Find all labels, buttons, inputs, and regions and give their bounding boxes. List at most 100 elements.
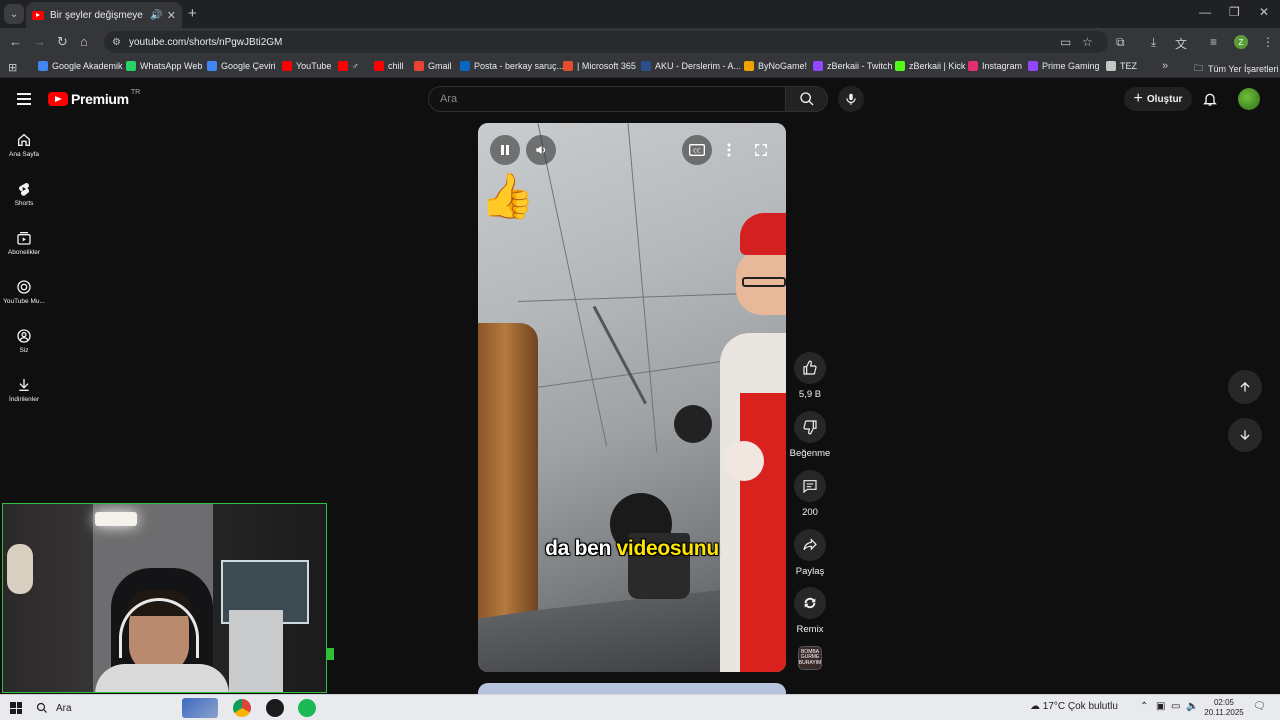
bookmark-item[interactable]: YouTube [282, 61, 331, 71]
webcam-neon-sign [95, 512, 137, 526]
bookmark-item[interactable]: zBerkaii - Twitch [813, 61, 892, 71]
tab-audio-icon[interactable]: 🔊 [150, 10, 162, 21]
sidebar-item-downloads[interactable]: İndirilenler [0, 377, 48, 417]
sidebar-item-home[interactable]: Ana Sayfa [0, 132, 48, 172]
app-taskbar-icon[interactable] [266, 699, 284, 717]
captions-button[interactable]: CC [682, 135, 712, 165]
media-controls-icon[interactable]: ≡ [1210, 35, 1217, 49]
notifications-bell-icon[interactable] [1202, 90, 1218, 113]
windows-start-icon[interactable] [10, 702, 22, 714]
search-button[interactable] [786, 86, 828, 112]
tray-app-icon[interactable]: ▣ [1156, 701, 1165, 712]
bookmark-star-icon[interactable]: ☆ [1082, 35, 1093, 49]
bookmark-label: TEZ [1120, 61, 1137, 71]
sidebar-item-subscriptions[interactable]: Abonelikler [0, 230, 48, 270]
youtube-favicon-icon [32, 10, 44, 20]
extensions-icon[interactable]: ⧉ [1116, 35, 1125, 50]
search-icon [36, 702, 47, 713]
menu-hamburger-icon[interactable] [17, 93, 31, 105]
chrome-taskbar-icon[interactable] [233, 699, 251, 717]
account-avatar[interactable] [1238, 88, 1260, 110]
bookmark-item[interactable]: Google Akademik [38, 61, 123, 71]
remix-button[interactable]: Remix [790, 587, 830, 635]
pause-button[interactable] [490, 135, 520, 165]
webcam-overlay[interactable] [2, 503, 327, 693]
video-more-options-icon[interactable] [714, 135, 744, 165]
restore-button[interactable]: ❐ [1229, 5, 1240, 19]
like-button[interactable]: 5,9 B [790, 352, 830, 400]
microphone-icon [846, 93, 856, 105]
system-clock[interactable]: 02:05 20.11.2025 [1204, 698, 1244, 718]
speaker-icon[interactable]: 🔈 [1186, 701, 1198, 712]
new-tab-button[interactable]: + [188, 5, 197, 22]
sidebar-item-youtube-music[interactable]: YouTube Mu... [0, 279, 48, 319]
downloads-icon[interactable]: ⤓ [1151, 35, 1156, 50]
profile-avatar[interactable]: Z [1234, 35, 1248, 49]
spotify-taskbar-icon[interactable] [298, 699, 316, 717]
bookmark-favicon-icon [1106, 61, 1116, 71]
bookmark-item[interactable]: | Microsoft 365 [563, 61, 636, 71]
bookmark-item[interactable]: zBerkaii | Kick [895, 61, 965, 71]
sidebar-item-you[interactable]: Siz [0, 328, 48, 368]
browser-menu-icon[interactable]: ⋮ [1262, 35, 1274, 49]
weather-widget[interactable]: ☁ 17°C Çok bulutlu [1030, 701, 1118, 712]
all-bookmarks-button[interactable]: 🗀 Tüm Yer İşaretleri [1194, 61, 1279, 77]
bookmark-item[interactable]: ByNoGame! [744, 61, 807, 71]
create-button[interactable]: + Oluştur [1124, 87, 1192, 111]
network-icon[interactable]: ▭ [1171, 701, 1180, 712]
bookmark-item[interactable]: Prime Gaming [1028, 61, 1100, 71]
bookmark-favicon-icon [744, 61, 754, 71]
tray-chevron-icon[interactable]: ⌃ [1140, 701, 1148, 712]
next-short-button[interactable] [1228, 418, 1262, 452]
bookmark-item[interactable]: Posta - berkay saruç... [460, 61, 564, 71]
bookmark-label: zBerkaii | Kick [909, 61, 966, 71]
bookmarks-overflow-icon[interactable]: » [1162, 60, 1168, 72]
previous-short-button[interactable] [1228, 370, 1262, 404]
windows-taskbar: Ara ☁ 17°C Çok bulutlu ⌃ ▣ ▭ 🔈 02:05 20.… [0, 694, 1280, 720]
browser-tab-active[interactable]: Bir şeyler değişmeye başladı 🔊 ✕ [26, 2, 182, 28]
forward-button[interactable]: → [33, 34, 46, 49]
youtube-premium-logo[interactable]: Premium TR [48, 89, 140, 107]
webcam-resize-handle[interactable] [326, 648, 334, 660]
comments-button[interactable]: 200 [790, 470, 830, 518]
volume-button[interactable] [526, 135, 556, 165]
cast-icon[interactable]: ▭ [1060, 35, 1071, 49]
tab-search-button[interactable]: ⌄ [4, 4, 24, 24]
bookmark-item[interactable]: WhatsApp Web [126, 61, 202, 71]
channel-thumbnail[interactable]: BOMBA GURME BURAYIM [798, 646, 822, 670]
bookmark-item[interactable]: chill [374, 61, 404, 71]
bookmark-item[interactable]: Instagram [968, 61, 1022, 71]
search-highlight-image [182, 698, 218, 718]
translate-icon[interactable]: 文 [1175, 35, 1187, 52]
bookmark-item[interactable]: AKU - Derslerim - A... [641, 61, 741, 71]
minimize-button[interactable]: — [1199, 5, 1211, 19]
apps-grid-icon[interactable]: ⊞ [8, 61, 17, 74]
reload-button[interactable]: ↻ [57, 34, 68, 50]
bookmark-favicon-icon [1028, 61, 1038, 71]
site-info-icon[interactable]: ⚙ [112, 37, 121, 48]
search-input[interactable] [440, 93, 785, 105]
bookmark-favicon-icon [38, 61, 48, 71]
bookmark-item[interactable]: Google Çeviri [207, 61, 276, 71]
caption-highlight: videosunu [616, 537, 720, 560]
dislike-button[interactable]: Beğenme [790, 411, 830, 459]
notification-center-icon[interactable]: 🗨 [1253, 701, 1266, 712]
address-bar[interactable]: ⚙ youtube.com/shorts/nPgwJBti2GM [104, 31, 1108, 53]
voice-search-button[interactable] [838, 86, 864, 112]
sidebar-item-shorts[interactable]: Shorts [0, 181, 48, 221]
bookmark-label: Google Çeviri [221, 61, 276, 71]
shorts-video-player[interactable]: 👍 da ben videosunu CC [478, 123, 786, 672]
tab-close-icon[interactable]: ✕ [167, 9, 176, 22]
back-button[interactable]: ← [9, 34, 22, 49]
share-button[interactable]: Paylaş [790, 529, 830, 577]
bookmark-item[interactable]: TEZ [1106, 61, 1137, 71]
bookmark-item[interactable]: Gmail [414, 61, 452, 71]
like-count: 5,9 B [798, 389, 822, 400]
close-window-button[interactable]: ✕ [1259, 5, 1269, 19]
fullscreen-button[interactable] [746, 135, 776, 165]
home-button[interactable]: ⌂ [80, 34, 88, 49]
youtube-play-logo-icon [48, 92, 68, 106]
bookmark-item[interactable]: ♂ [338, 61, 359, 71]
taskbar-search[interactable]: Ara [36, 698, 226, 718]
sidebar-item-label: Shorts [14, 200, 34, 207]
